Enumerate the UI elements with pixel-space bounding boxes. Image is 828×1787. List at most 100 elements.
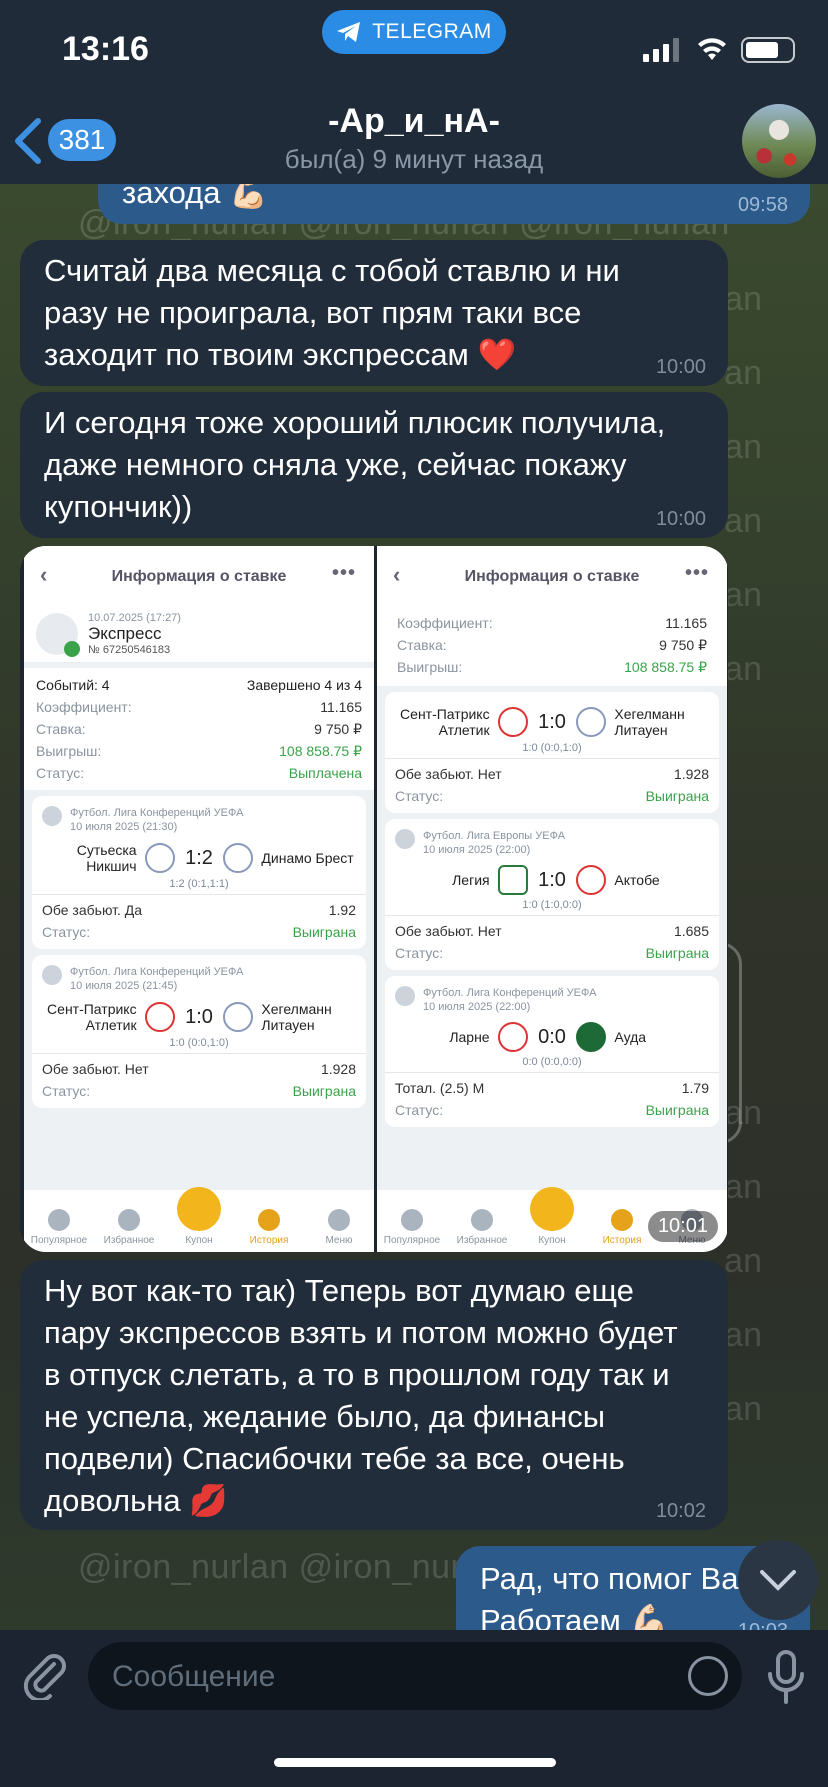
home-indicator	[274, 1758, 556, 1767]
telegram-pill-label: TELEGRAM	[372, 20, 492, 43]
detail-label: Выигрыш:	[36, 743, 102, 759]
bet-market: Тотал. (2.5) М	[395, 1080, 485, 1096]
telegram-pill[interactable]: TELEGRAM	[322, 10, 506, 54]
battery-icon	[741, 37, 795, 63]
message-placeholder: Сообщение	[112, 1660, 276, 1693]
detail-label: Статус:	[36, 765, 85, 781]
incoming-message[interactable]: Считай два месяца с тобой ставлю и ни ра…	[20, 240, 728, 386]
soccer-ball-icon	[42, 806, 62, 826]
match-date: 10 июля 2025 (21:30)	[70, 821, 178, 833]
soccer-ball-icon	[395, 986, 415, 1006]
scroll-down-button[interactable]	[738, 1540, 818, 1620]
status-value: Выиграна	[292, 1083, 356, 1099]
watermark: an	[724, 502, 762, 540]
tab-coupon: Купон	[521, 1187, 583, 1246]
message-time: 10:02	[655, 1500, 706, 1522]
away-team: Динамо Брест	[261, 850, 354, 866]
incoming-message[interactable]: Ну вот как-то так) Теперь вот думаю еще …	[20, 1260, 728, 1530]
home-team: Ларне	[449, 1029, 490, 1045]
clock-icon	[611, 1209, 633, 1231]
microphone-icon[interactable]	[766, 1650, 806, 1704]
screen-header: ‹ Информация о ставке •••	[24, 546, 374, 608]
bet-details: Коэффициент: 11.165 Ставка: 9 750 ₽ Выигры…	[377, 608, 727, 686]
watermark: an	[724, 280, 762, 318]
team-logo	[497, 865, 528, 895]
contact-name[interactable]: -Ар_и_нА-	[0, 102, 828, 141]
league-name: Футбол. Лига Европы УЕФА	[423, 830, 566, 842]
bet-market: Обе забьют. Нет	[42, 1061, 149, 1077]
more-icon: •••	[684, 562, 709, 584]
message-time: 10:00	[655, 508, 706, 530]
detail-value: Выплачена	[288, 765, 362, 781]
match-card: Футбол. Лига Конференций УЕФА 10 июля 202…	[32, 796, 366, 949]
more-icon: •••	[331, 562, 356, 584]
watermark: an	[724, 1316, 762, 1354]
bet-odds: 1.79	[681, 1080, 709, 1096]
telegram-icon	[337, 22, 361, 42]
tab-popular: Популярное	[28, 1209, 90, 1246]
match-date: 10 июля 2025 (21:45)	[70, 980, 178, 992]
match-score: 0:0	[538, 1025, 566, 1048]
team-logo	[576, 707, 607, 737]
detail-value: 108 858.75 ₽	[279, 743, 362, 759]
sticker-icon[interactable]	[688, 1656, 728, 1696]
detail-value: 11.165	[665, 615, 707, 631]
watermark: an	[724, 1168, 762, 1206]
bet-odds: 1.685	[673, 923, 709, 939]
match-score: 1:2	[185, 846, 213, 869]
app-tab-bar: Популярное Избранное Купон История Меню	[24, 1187, 374, 1252]
bet-odds: 1.928	[673, 766, 709, 782]
status-value: Выиграна	[645, 1102, 709, 1118]
detail-label: Коэффициент:	[397, 615, 493, 631]
incoming-message[interactable]: И сегодня тоже хороший плюсик получила, …	[20, 392, 728, 538]
league-name: Футбол. Лига Конференций УЕФА	[70, 966, 244, 978]
match-card: Сент-Патрикс Атлетик 1:0 Хегелманн Литауен…	[385, 692, 719, 813]
bet-odds: 1.92	[328, 902, 356, 918]
detail-label: Ставка:	[397, 637, 447, 653]
soccer-ball-icon	[395, 829, 415, 849]
status-value: Выиграна	[645, 788, 709, 804]
message-text: Считай два месяца с тобой ставлю и ни ра…	[44, 253, 620, 372]
watermark: an	[724, 1390, 762, 1428]
status-label: Статус:	[395, 1102, 444, 1118]
half-scores: 1:0 (0:0,1:0)	[169, 1037, 229, 1049]
away-team: Хегелманн Литауен	[261, 1001, 332, 1033]
message-time: 10:01	[647, 1211, 718, 1242]
team-logo	[223, 1002, 254, 1032]
tab-history: История	[591, 1209, 653, 1246]
wifi-icon	[698, 38, 726, 60]
completed-count: Завершено 4 из 4	[246, 677, 362, 693]
ticket-icon	[177, 1187, 221, 1231]
bet-number: № 67250546183	[88, 644, 171, 656]
league-name: Футбол. Лига Конференций УЕФА	[423, 987, 597, 999]
status-label: Статус:	[395, 945, 444, 961]
tab-menu: Меню	[308, 1209, 370, 1246]
signal-icon	[643, 38, 679, 62]
status-value: Выиграна	[645, 945, 709, 961]
chevron-down-icon	[760, 1570, 796, 1591]
bet-details: Событий: 4 Завершено 4 из 4 Коэффициент: 1…	[24, 668, 374, 790]
status-label: Статус:	[42, 1083, 91, 1099]
soccer-ball-icon	[42, 965, 62, 985]
bet-type: Экспресс	[88, 624, 162, 643]
match-card: Футбол. Лига Конференций УЕФА 10 июля 202…	[32, 955, 366, 1108]
half-scores: 1:0 (1:0,0:0)	[522, 899, 582, 911]
bet-summary: 10.07.2025 (17:27) Экспресс № 6725054618…	[24, 608, 374, 662]
team-logo	[223, 843, 254, 873]
bet-market: Обе забьют. Да	[42, 902, 143, 918]
avatar[interactable]	[742, 104, 816, 178]
half-scores: 1:0 (0:0,1:0)	[522, 742, 582, 754]
bet-screenshot-right: ‹ Информация о ставке ••• Коэффициент: 11…	[377, 546, 727, 1252]
detail-value: 11.165	[320, 699, 362, 715]
message-input[interactable]: Сообщение	[88, 1642, 742, 1710]
watermark: an	[724, 1242, 762, 1280]
detail-label: Ставка:	[36, 721, 86, 737]
coupon-icon	[36, 613, 80, 657]
photo-message[interactable]: ‹ Информация о ставке ••• 10.07.2025 (17…	[20, 546, 728, 1252]
attach-icon[interactable]	[20, 1650, 70, 1700]
match-date: 10 июля 2025 (22:00)	[423, 1001, 531, 1013]
away-team: Ауда	[614, 1029, 647, 1045]
grid-icon	[328, 1209, 350, 1231]
clock-icon	[258, 1209, 280, 1231]
tab-history: История	[238, 1209, 300, 1246]
